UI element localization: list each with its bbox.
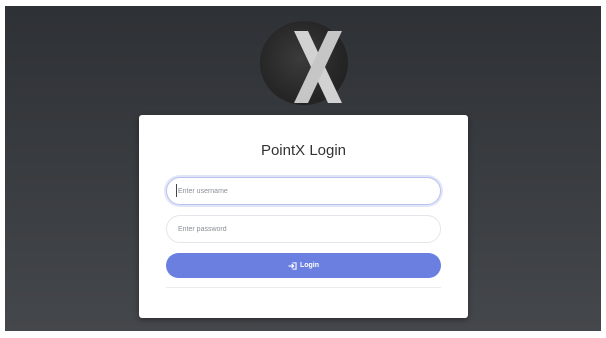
login-button[interactable]: Login [166,253,441,278]
username-input[interactable] [166,177,441,205]
login-title: PointX Login [260,142,347,159]
card-divider [166,287,441,288]
login-screen: PointX Login Login [5,6,601,331]
password-input[interactable] [166,215,441,243]
pointx-logo [258,19,354,107]
text-caret [176,184,177,197]
x-logo-icon [294,31,342,103]
login-button-label: Login [299,262,320,269]
sign-in-icon [288,261,297,270]
login-card: PointX Login Login [139,115,468,318]
